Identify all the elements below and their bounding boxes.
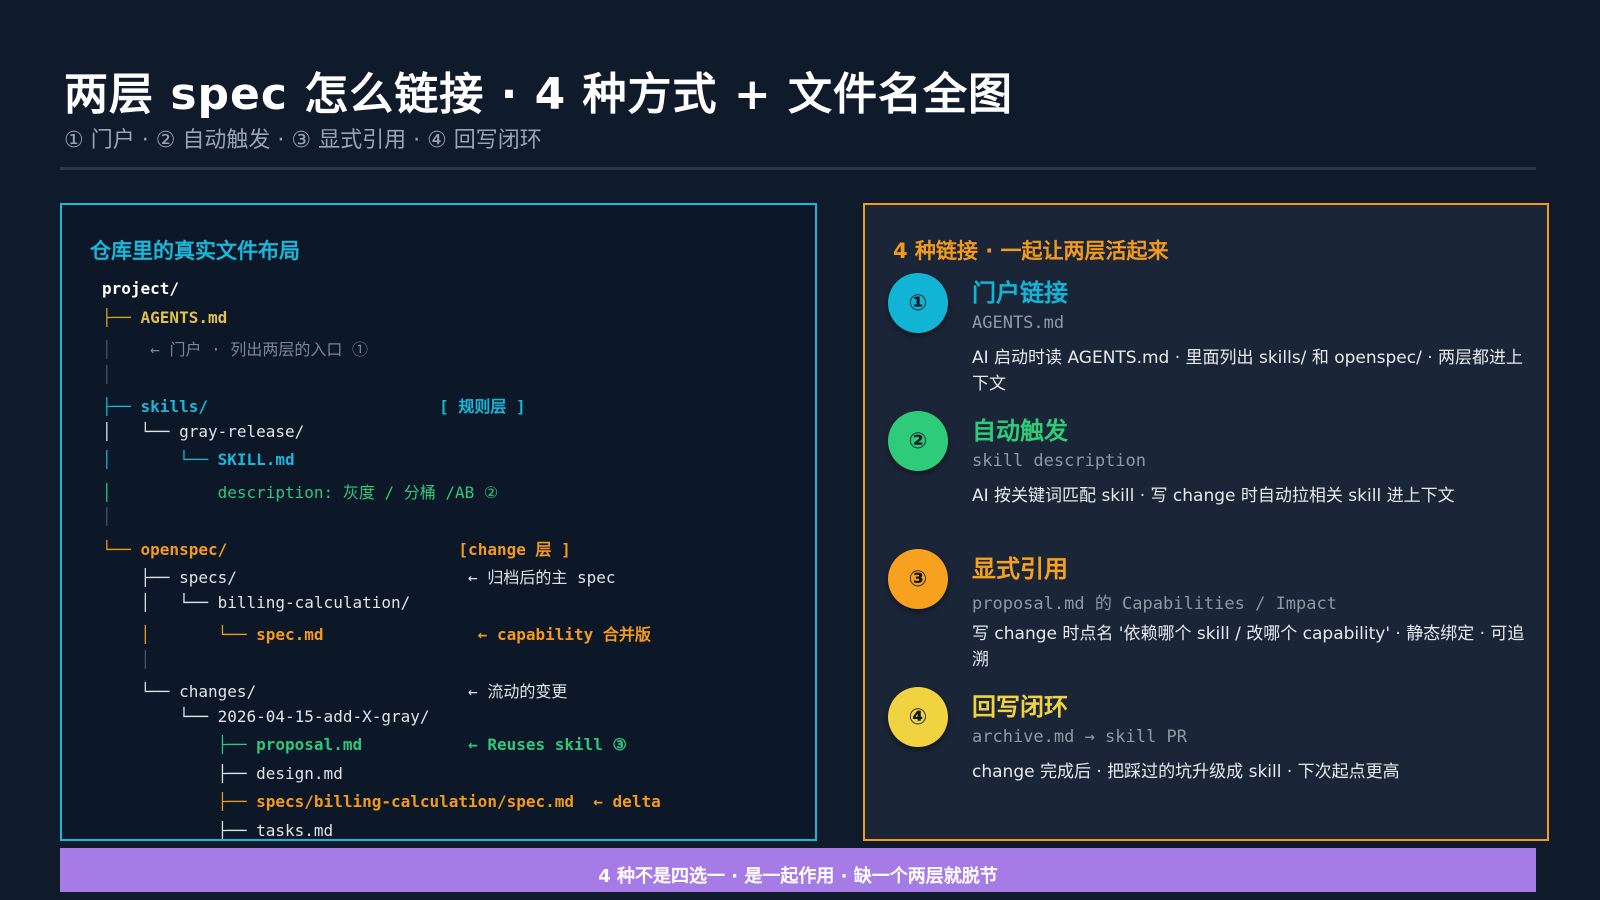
tree-segment: ├── design.md (102, 763, 343, 783)
link-description: change 完成后 · 把踩过的坑升级成 skill · 下次起点更高 (972, 762, 1400, 782)
link-title: 自动触发 (972, 417, 1068, 445)
tree-line: └── openspec/ [change 层 ] (102, 536, 571, 560)
link-types-heading: 4 种链接 · 一起让两层活起来 (893, 239, 1169, 263)
tree-line: ├── AGENTS.md (102, 308, 227, 327)
page-subtitle: ① 门户 · ② 自动触发 · ③ 显式引用 · ④ 回写闭环 (64, 128, 542, 153)
tree-segment: └── 2026-04-15-add-X-gray/ (102, 706, 430, 726)
tree-segment: [ 规则层 ] (439, 397, 526, 416)
tree-line: ├── tasks.md (102, 820, 334, 840)
link-number-badge: ④ (888, 687, 948, 747)
tree-line: ├── proposal.md ← Reuses skill ③ (102, 735, 627, 754)
tree-segment: ├── (102, 307, 141, 327)
header-divider (60, 167, 1536, 170)
link-title: 门户链接 (972, 279, 1068, 307)
tree-segment: ← 门户 · 列出两层的入口 ① (150, 340, 368, 359)
tree-segment: │ (102, 364, 112, 384)
tree-line: ├── specs/billing-calculation/spec.md ← … (102, 792, 661, 811)
link-file: proposal.md 的 Capabilities / Impact (972, 594, 1337, 614)
link-description: 写 change 时点名 '依赖哪个 skill / 改哪个 capabilit… (972, 624, 1525, 670)
tree-segment: skills/ (140, 397, 208, 416)
tree-segment: └── (179, 450, 218, 469)
link-types-panel: 4 种链接 · 一起让两层活起来 ① 门户链接 AGENTS.md AI 启动时… (863, 203, 1549, 841)
tree-segment: │ └── billing-calculation/ (102, 592, 411, 612)
tree-line: │ └── spec.md ← capability 合并版 (102, 621, 651, 645)
tree-line: │ └── gray-release/ (102, 422, 304, 441)
link-description: AI 启动时读 AGENTS.md · 里面列出 skills/ 和 opens… (972, 348, 1524, 394)
tree-segment: ← delta (593, 792, 661, 811)
tree-segment: AGENTS.md (140, 307, 228, 327)
tree-line: ├── design.md (102, 764, 343, 783)
tree-segment (102, 735, 218, 754)
link-number-badge: ① (888, 273, 948, 333)
tree-segment: └── changes/ ← 流动的变更 (102, 682, 568, 701)
tree-line: │ (102, 365, 112, 384)
tree-line: │ description: 灰度 / 分桶 /AB ② (102, 479, 498, 503)
tree-segment: │ (102, 450, 180, 469)
tree-segment: openspec/ (140, 539, 228, 559)
tree-segment: specs/billing-calculation/spec.md (256, 792, 575, 811)
tree-segment: └── (102, 539, 141, 559)
tree-line: └── changes/ ← 流动的变更 (102, 678, 568, 702)
tree-segment: project/ (102, 279, 180, 298)
tree-line: │ └── billing-calculation/ (102, 592, 411, 612)
file-layout-heading: 仓库里的真实文件布局 (90, 239, 300, 263)
tree-segment: ├── (102, 397, 141, 416)
tree-segment: ├── specs/ ← 归档后的主 spec (102, 568, 616, 587)
link-file: AGENTS.md (972, 313, 1065, 333)
tree-segment: ← Reuses skill ③ (468, 735, 627, 754)
tree-segment: description: 灰度 / 分桶 /AB ② (217, 482, 499, 502)
tree-segment: │ (102, 649, 151, 669)
tree-segment (362, 735, 468, 754)
tree-segment (227, 540, 458, 559)
tree-segment (324, 625, 478, 644)
tree-segment: │ (102, 507, 112, 526)
summary-banner: 4 种不是四选一 · 是一起作用 · 缺一个两层就脱节 (60, 848, 1536, 892)
tree-segment: │ (102, 340, 151, 359)
link-description: AI 按关键词匹配 skill · 写 change 时自动拉相关 skill … (972, 486, 1455, 506)
tree-line: │ (102, 649, 151, 669)
tree-segment (102, 792, 218, 811)
tree-segment: SKILL.md (217, 450, 295, 469)
tree-line: │ (102, 507, 112, 526)
link-number-badge: ② (888, 411, 948, 471)
link-file: skill description (972, 451, 1146, 471)
tree-segment (574, 792, 593, 811)
tree-segment: spec.md (256, 625, 324, 644)
link-title: 回写闭环 (972, 693, 1068, 721)
tree-segment: │ └── gray-release/ (102, 421, 305, 441)
tree-segment: proposal.md (256, 735, 363, 754)
tree-segment: ├── (217, 735, 257, 754)
tree-segment: └── (217, 625, 257, 644)
tree-segment: │ (102, 482, 218, 502)
tree-line: └── 2026-04-15-add-X-gray/ (102, 706, 430, 726)
link-number-badge: ③ (888, 549, 948, 609)
tree-segment: ← capability 合并版 (477, 625, 651, 644)
link-title: 显式引用 (972, 555, 1068, 583)
tree-line: │ ← 门户 · 列出两层的入口 ① (102, 336, 368, 360)
tree-line: │ └── SKILL.md (102, 450, 295, 469)
tree-line: project/ (102, 279, 179, 298)
tree-segment: [change 层 ] (458, 539, 571, 559)
tree-line: ├── specs/ ← 归档后的主 spec (102, 564, 616, 588)
page-title: 两层 spec 怎么链接 · 4 种方式 + 文件名全图 (64, 69, 1014, 120)
tree-segment: ├── tasks.md (102, 820, 334, 840)
tree-line: ├── skills/ [ 规则层 ] (102, 393, 526, 417)
link-file: archive.md → skill PR (972, 727, 1187, 747)
tree-segment: │ (102, 625, 218, 644)
tree-segment: ├── (217, 792, 257, 811)
tree-segment (208, 397, 439, 416)
file-layout-panel: 仓库里的真实文件布局 project/ ├── AGENTS.md │ ← 门户 ·… (60, 203, 817, 841)
